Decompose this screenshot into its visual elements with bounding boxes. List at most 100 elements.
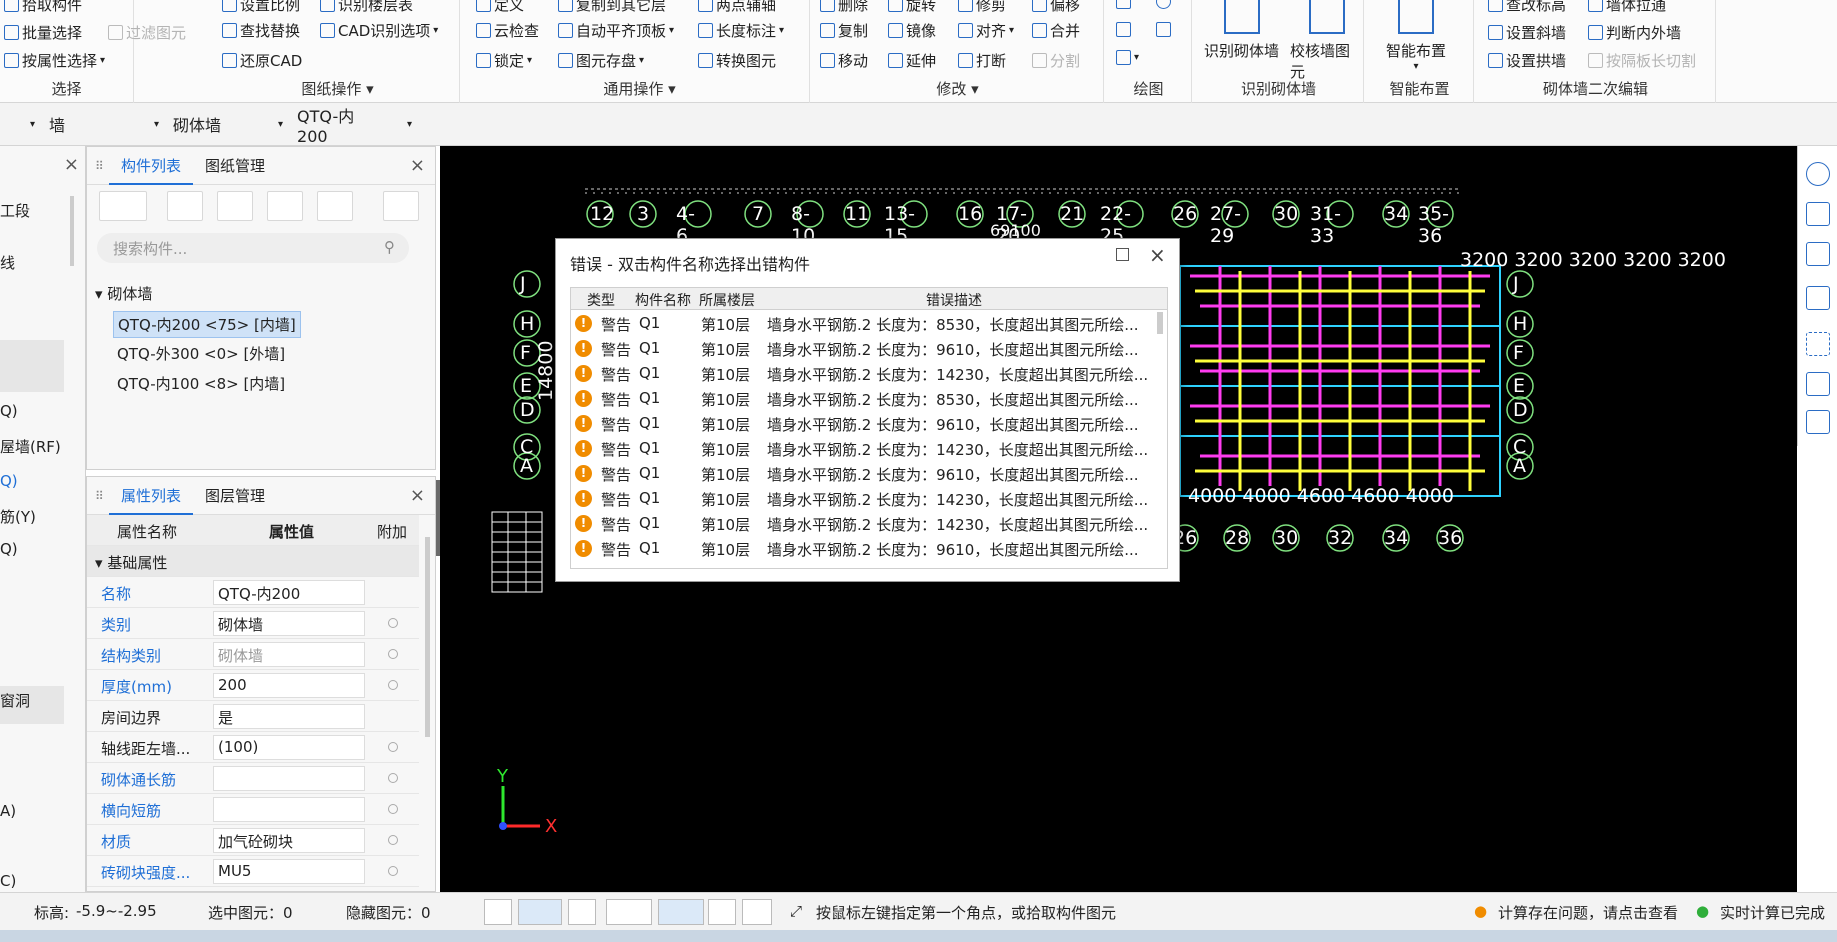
- floor-dropdown[interactable]: ▾ 墙: [0, 112, 65, 136]
- box-view-icon[interactable]: [1806, 286, 1830, 310]
- angle-toggle[interactable]: [606, 899, 652, 925]
- set-scale-button[interactable]: 设置比例: [222, 0, 300, 15]
- error-row[interactable]: ! 警告 Q1 第10层 墙身水平钢筋.2 长度为：14230，长度超出其图元所绘...: [571, 511, 1167, 536]
- check-elevation-button[interactable]: 查改标高: [1488, 0, 1566, 15]
- two-point-axis-button[interactable]: 两点辅轴: [698, 0, 776, 15]
- orbit-icon[interactable]: [1806, 162, 1830, 186]
- mirror-button[interactable]: 镜像: [888, 20, 936, 41]
- nav-item[interactable]: Q): [0, 472, 18, 490]
- cut-by-partition-button[interactable]: 按隔板长切割: [1588, 50, 1696, 71]
- split-button[interactable]: 分割: [1032, 50, 1080, 71]
- property-value[interactable]: 砌体墙: [213, 642, 365, 667]
- component-item[interactable]: QTQ-外300 <0> [外墙]: [117, 343, 285, 364]
- trim-button[interactable]: 修剪: [958, 0, 1006, 15]
- property-value[interactable]: [213, 797, 365, 822]
- set-arch-wall-button[interactable]: 设置拱墙: [1488, 50, 1566, 71]
- define-button[interactable]: 定义: [476, 0, 524, 15]
- property-value[interactable]: 砌体墙: [213, 611, 365, 636]
- error-row[interactable]: ! 警告 Q1 第10层 墙身水平钢筋.2 长度为：14230，长度超出其图元所绘...: [571, 361, 1167, 386]
- property-section[interactable]: ▾ 基础属性: [87, 546, 419, 577]
- copy-component-button[interactable]: [167, 191, 203, 221]
- tree-root[interactable]: ▾ 砌体墙: [95, 283, 152, 304]
- error-row[interactable]: ! 警告 Q1 第10层 墙身水平钢筋.2 长度为：9610，长度超出其图元所绘...: [571, 411, 1167, 436]
- circle-tool[interactable]: [1156, 0, 1171, 9]
- error-row[interactable]: ! 警告 Q1 第10层 墙身水平钢筋.2 长度为：9610，长度超出其图元所绘...: [571, 336, 1167, 361]
- attach-checkbox[interactable]: [388, 804, 398, 814]
- arc-tool[interactable]: ▾: [1116, 50, 1139, 65]
- tab-drawing-management[interactable]: 图纸管理: [193, 147, 277, 185]
- attach-checkbox[interactable]: [388, 742, 398, 752]
- nav-item-selected[interactable]: [0, 340, 64, 392]
- 3d-view-icon[interactable]: [1806, 202, 1830, 226]
- auto-align-slab-button[interactable]: 自动平齐顶板 ▾: [558, 20, 674, 41]
- rotate-button[interactable]: 旋转: [888, 0, 936, 15]
- scrollbar[interactable]: [1157, 312, 1163, 334]
- attach-checkbox[interactable]: [388, 680, 398, 690]
- select-by-property-button[interactable]: 按属性选择 ▾: [4, 50, 105, 71]
- nav-item[interactable]: 线: [0, 252, 15, 273]
- nav-item[interactable]: 屋墙(RF): [0, 436, 61, 457]
- judge-inner-outer-wall-button[interactable]: 判断内外墙: [1588, 22, 1681, 43]
- smart-layout-button[interactable]: 智能布置 ▾: [1386, 0, 1446, 72]
- save-elements-button[interactable]: 图元存盘 ▾: [558, 50, 644, 71]
- recognize-floor-table-button[interactable]: 识别楼层表: [320, 0, 413, 15]
- drag-handle-icon[interactable]: ⠿: [95, 487, 109, 505]
- tab-layer-management[interactable]: 图层管理: [193, 477, 277, 515]
- import-component-button[interactable]: [317, 191, 353, 221]
- offset-toggle[interactable]: [658, 899, 704, 925]
- restore-cad-button[interactable]: 还原CAD: [222, 50, 302, 71]
- property-value[interactable]: 是: [213, 704, 365, 729]
- scrollbar[interactable]: [70, 196, 74, 266]
- rectangle-tool[interactable]: [1156, 22, 1171, 37]
- merge-button[interactable]: 合并: [1032, 20, 1080, 41]
- recognize-masonry-wall-button[interactable]: 识别砌体墙: [1204, 0, 1279, 61]
- lock-button[interactable]: 锁定 ▾: [476, 50, 532, 71]
- scrollbar[interactable]: [425, 537, 430, 737]
- point-tool[interactable]: [1116, 0, 1131, 9]
- close-icon[interactable]: ×: [1149, 243, 1166, 267]
- delete-button[interactable]: 删除: [820, 0, 868, 15]
- cloud-check-button[interactable]: 云检查: [476, 20, 539, 41]
- nav-item[interactable]: 工段: [0, 200, 30, 221]
- component-item-selected[interactable]: QTQ-内200 <75> [内墙]: [113, 311, 301, 338]
- type-dropdown[interactable]: ▾ 砌体墙: [128, 112, 228, 136]
- tab-property-list[interactable]: 属性列表: [109, 477, 194, 515]
- break-button[interactable]: 打断: [958, 50, 1006, 71]
- close-icon[interactable]: ×: [64, 154, 79, 175]
- nav-item[interactable]: Q): [0, 402, 18, 420]
- move-button[interactable]: 移动: [820, 50, 868, 71]
- copy-button[interactable]: 复制: [820, 20, 868, 41]
- extend-button[interactable]: 延伸: [888, 50, 936, 71]
- offset-button[interactable]: 偏移: [1032, 0, 1080, 15]
- find-replace-button[interactable]: 查找替换: [222, 20, 300, 41]
- error-row[interactable]: ! 警告 Q1 第10层 墙身水平钢筋.2 长度为：9610，长度超出其图元所绘...: [571, 461, 1167, 486]
- nav-item[interactable]: 窗洞: [0, 690, 30, 711]
- property-value[interactable]: (100): [213, 735, 365, 760]
- property-value[interactable]: [213, 766, 365, 791]
- close-icon[interactable]: ×: [410, 155, 425, 176]
- more-tools-button[interactable]: [383, 191, 419, 221]
- component-item[interactable]: QTQ-内100 <8> [内墙]: [117, 373, 285, 394]
- nav-item[interactable]: C): [0, 872, 16, 890]
- component-dropdown[interactable]: ▾ QTQ-内200 ▾: [252, 107, 412, 146]
- line-tool[interactable]: [1116, 22, 1131, 37]
- cad-options-button[interactable]: CAD识别选项 ▾: [320, 20, 438, 41]
- delete-component-button[interactable]: [217, 191, 253, 221]
- maximize-icon[interactable]: [1116, 248, 1129, 261]
- property-value[interactable]: 加气砼砌块: [213, 828, 365, 853]
- error-row[interactable]: ! 警告 Q1 第10层 墙身水平钢筋.2 长度为：14230，长度超出其图元所绘...: [571, 486, 1167, 511]
- wall-extend-button[interactable]: 墙体拉通: [1588, 0, 1666, 15]
- layer-toggle[interactable]: [708, 899, 736, 925]
- error-row[interactable]: ! 警告 Q1 第10层 墙身水平钢筋.2 长度为：8530，长度超出其图元所绘...: [571, 386, 1167, 411]
- ortho-toggle[interactable]: [484, 899, 512, 925]
- arc-toggle[interactable]: [742, 899, 772, 925]
- new-component-button[interactable]: [99, 191, 147, 221]
- error-row[interactable]: ! 警告 Q1 第10层 墙身水平钢筋.2 长度为：9610，长度超出其图元所绘...: [571, 536, 1167, 561]
- layer-copy-button[interactable]: [267, 191, 303, 221]
- attach-checkbox[interactable]: [388, 866, 398, 876]
- convert-elements-button[interactable]: 转换图元: [698, 50, 776, 71]
- check-wall-elements-button[interactable]: 校核墙图元: [1290, 0, 1363, 82]
- filter-elements-button[interactable]: 过滤图元: [108, 22, 186, 43]
- snap-toggle[interactable]: [518, 899, 562, 925]
- section-box-icon[interactable]: [1806, 372, 1830, 396]
